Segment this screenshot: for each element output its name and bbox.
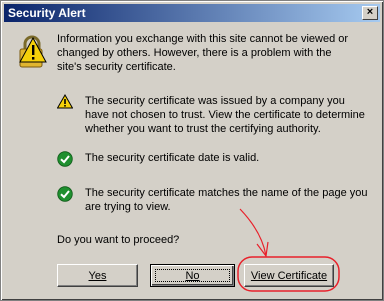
- annotation-highlight: [237, 256, 340, 292]
- annotation-arrow-shaft: [239, 208, 267, 257]
- annotation-overlay: [237, 208, 340, 292]
